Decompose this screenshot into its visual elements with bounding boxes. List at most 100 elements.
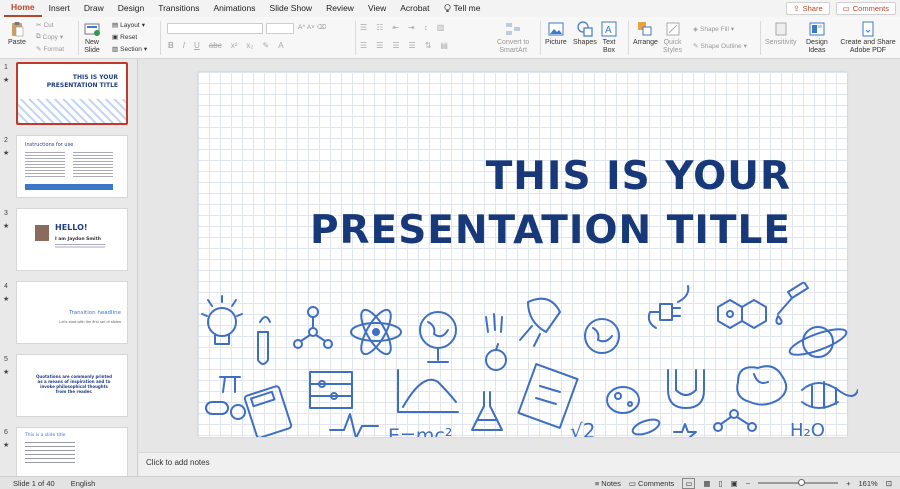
tab-slide-show[interactable]: Slide Show (263, 0, 320, 17)
tab-acrobat[interactable]: Acrobat (393, 0, 436, 17)
design-ideas-button[interactable]: Design Ideas (806, 21, 828, 55)
slideshow-icon[interactable]: ▣ (731, 479, 738, 488)
align-right-icon[interactable]: ☰ (392, 41, 399, 50)
font-name-input[interactable] (167, 23, 263, 34)
align-left-icon[interactable]: ☰ (360, 41, 367, 50)
copy-button[interactable]: ⧉ Copy ▾ (36, 33, 63, 41)
font-size-input[interactable] (266, 23, 294, 34)
shapes-button[interactable]: Shapes (573, 21, 597, 47)
slide-thumbnail[interactable]: Quotations are commonly printed as a mea… (16, 354, 128, 417)
paste-icon (11, 22, 24, 37)
align-center-icon[interactable]: ☰ (376, 41, 383, 50)
textbox-button[interactable]: A Text Box (601, 21, 617, 55)
superscript-icon[interactable]: x² (231, 41, 238, 50)
reading-view-icon[interactable]: ▯ (719, 479, 723, 488)
zoom-in-button[interactable]: + (846, 479, 850, 488)
slide-count: Slide 1 of 40 (13, 478, 55, 488)
zoom-level[interactable]: 161% (859, 479, 878, 488)
bullets-icon[interactable]: ☰ (360, 23, 367, 32)
section-button[interactable]: ▥ Section ▾ (112, 45, 147, 54)
tab-draw[interactable]: Draw (77, 0, 111, 17)
paste-button[interactable]: Paste (8, 21, 26, 47)
normal-view-icon[interactable]: ▭ (682, 477, 696, 489)
numbering-icon[interactable]: ☷ (376, 23, 383, 32)
slide-thumbnail[interactable]: Transition headline Let's start with the… (16, 281, 128, 344)
italic-icon[interactable]: I (183, 41, 185, 50)
tab-design[interactable]: Design (111, 0, 151, 17)
scissors-icon: ✂ (36, 22, 42, 29)
thumbnail-title: This is a slide title (25, 433, 66, 438)
slide-title[interactable]: THIS IS YOUR PRESENTATION TITLE (310, 150, 791, 258)
tab-home[interactable]: Home (4, 0, 42, 17)
reset-label: Reset (120, 33, 138, 41)
sqrt-text: √2 (570, 419, 595, 437)
adobe-pdf-label: Create and Share Adobe PDF (840, 39, 896, 54)
zoom-out-button[interactable]: − (746, 479, 750, 488)
paint-bucket-icon: ◈ (693, 26, 698, 33)
cut-label: Cut (43, 21, 54, 29)
highlight-icon[interactable]: ✎ (262, 41, 269, 50)
columns-icon[interactable]: ▥ (437, 23, 445, 32)
cut-button[interactable]: ✂ Cut (36, 21, 54, 30)
thumbnail-title: HELLO! (55, 223, 88, 232)
tab-transitions[interactable]: Transitions (151, 0, 206, 17)
comments-toggle[interactable]: ▭ Comments (629, 479, 674, 488)
tab-view[interactable]: View (361, 0, 393, 17)
tell-me[interactable]: Tell me (437, 0, 488, 17)
quick-styles-button[interactable]: Quick Styles (663, 21, 682, 55)
indent-icon[interactable]: ⇤ (392, 23, 399, 32)
convert-label: Convert to SmartArt (497, 39, 530, 54)
font-color-icon[interactable]: A (278, 41, 283, 50)
shapes-icon (577, 21, 593, 37)
outdent-icon[interactable]: ⇥ (408, 23, 415, 32)
shape-fill-button[interactable]: ◈ Shape Fill ▾ (693, 25, 734, 34)
convert-smartart-button[interactable]: Convert to SmartArt (497, 21, 529, 55)
slide-thumbnail[interactable]: THIS IS YOUR PRESENTATION TITLE (16, 62, 128, 125)
tab-animations[interactable]: Animations (206, 0, 262, 17)
text-lines (55, 244, 105, 249)
thumbnail-quote: Quotations are commonly printed as a mea… (35, 374, 112, 394)
line-spacing-icon[interactable]: ↕ (424, 23, 428, 32)
bold-icon[interactable]: B (168, 41, 174, 50)
zoom-slider-handle[interactable] (798, 479, 806, 486)
layout-button[interactable]: ▤ Layout ▾ (112, 21, 145, 30)
current-slide[interactable]: THIS IS YOUR PRESENTATION TITLE E=mc² √2… (198, 72, 858, 437)
comments-toggle-label: Comments (638, 478, 675, 488)
strikethrough-icon[interactable]: abc (209, 41, 222, 50)
share-button[interactable]: ⇪ Share (786, 2, 830, 15)
text-direction-icon[interactable]: ⇅ (425, 41, 432, 50)
create-adobe-pdf-button[interactable]: Create and Share Adobe PDF (840, 21, 896, 55)
justify-icon[interactable]: ☰ (409, 41, 416, 50)
underline-icon[interactable]: U (194, 41, 200, 50)
tab-review[interactable]: Review (319, 0, 361, 17)
reset-button[interactable]: ▣ Reset (112, 33, 138, 42)
slide-thumbnail-pane[interactable]: 1 ★ THIS IS YOUR PRESENTATION TITLE 2 ★ In… (0, 59, 138, 476)
shape-outline-button[interactable]: ✎ Shape Outline ▾ (693, 42, 747, 51)
picture-icon (548, 22, 564, 36)
smartart-icon (506, 23, 521, 35)
notes-toggle[interactable]: ≡ Notes (595, 479, 621, 488)
subscript-icon[interactable]: x₂ (246, 41, 253, 50)
picture-button[interactable]: Picture (545, 21, 567, 47)
comments-button[interactable]: ▭ Comments (835, 2, 896, 15)
notes-pane[interactable]: Click to add notes (139, 452, 900, 476)
sensitivity-button[interactable]: Sensitivity (765, 21, 797, 47)
zoom-slider[interactable] (758, 479, 839, 486)
format-painter-button[interactable]: ✎ Format (36, 45, 64, 54)
font-size-buttons[interactable]: A^ A˅ ⌫ (298, 23, 326, 31)
notes-placeholder: Click to add notes (146, 458, 210, 467)
slide-thumbnail[interactable]: Instructions for use (16, 135, 128, 198)
slide-thumbnail[interactable]: This is a slide title (16, 427, 128, 476)
arrange-button[interactable]: Arrange (633, 21, 658, 47)
status-bar: Slide 1 of 40 English ≡ Notes ▭ Comments… (0, 476, 900, 489)
slide-thumbnail[interactable]: HELLO! I am Jaydon Smith (16, 208, 128, 271)
slide-number: 4 (4, 283, 8, 290)
tab-insert[interactable]: Insert (42, 0, 77, 17)
slide-sorter-icon[interactable]: ▦ (703, 479, 710, 488)
fit-slide-icon[interactable]: ⊡ (886, 479, 892, 488)
new-slide-button[interactable]: New Slide (84, 21, 100, 55)
brain-icon (736, 365, 788, 406)
star-icon: ★ (3, 296, 10, 303)
language[interactable]: English (71, 479, 96, 488)
align-text-icon[interactable]: ▤ (440, 41, 448, 50)
